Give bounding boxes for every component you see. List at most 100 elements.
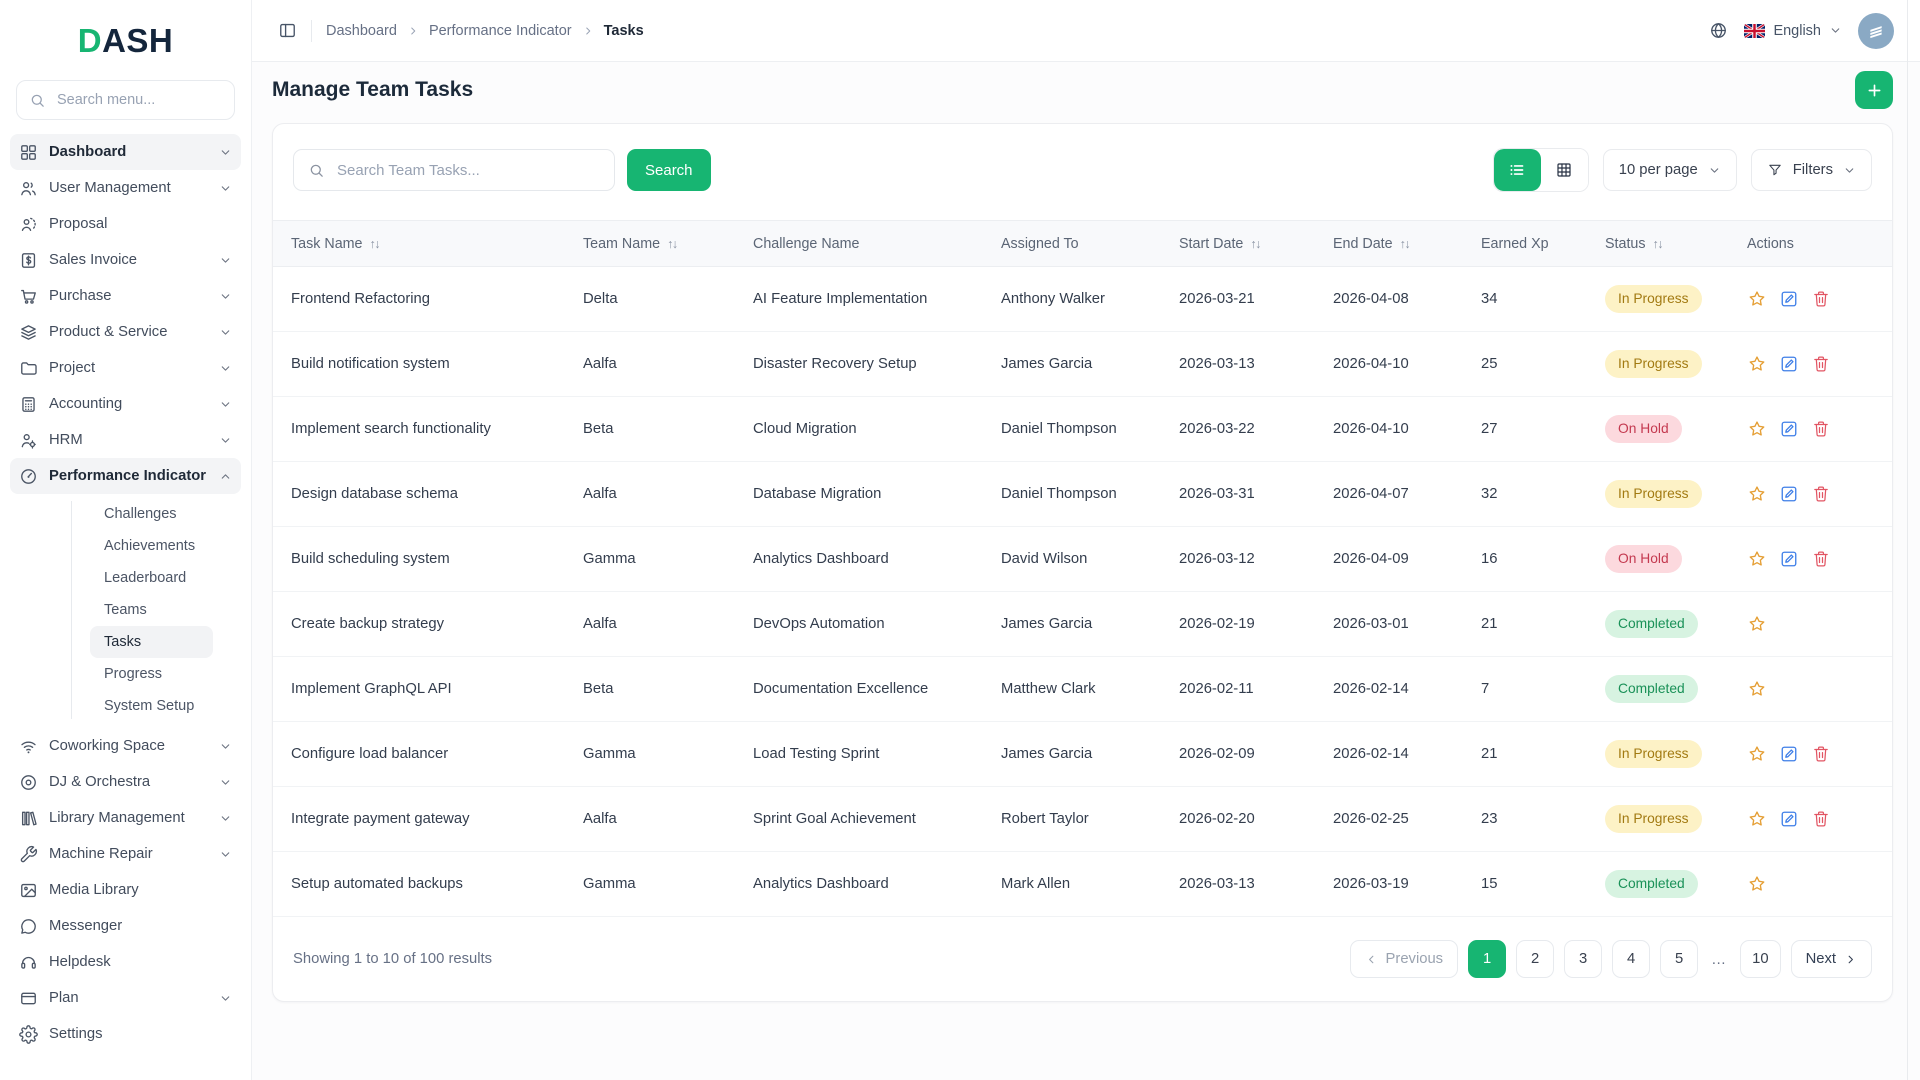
cell-start: 2026-02-20 (1169, 786, 1323, 852)
sidebar-subitem-challenges[interactable]: Challenges (90, 498, 213, 530)
avatar[interactable] (1858, 12, 1894, 49)
star-button[interactable] (1747, 874, 1767, 894)
column-label: Task Name (291, 235, 363, 252)
sidebar-item-library-management[interactable]: Library Management (10, 800, 241, 836)
column-header-start-date[interactable]: Start Date ↑↓ (1169, 220, 1323, 267)
edit-button[interactable] (1779, 744, 1799, 764)
breadcrumb-dashboard[interactable]: Dashboard (326, 23, 397, 39)
sidebar-item-dj-orchestra[interactable]: DJ & Orchestra (10, 764, 241, 800)
delete-button[interactable] (1811, 484, 1831, 504)
star-button[interactable] (1747, 549, 1767, 569)
add-task-button[interactable] (1855, 71, 1893, 109)
filters-button[interactable]: Filters (1750, 149, 1872, 191)
cell-assigned: Daniel Thompson (991, 461, 1169, 527)
sidebar-item-project[interactable]: Project (10, 350, 241, 386)
delete-button[interactable] (1811, 549, 1831, 569)
delete-button[interactable] (1811, 419, 1831, 439)
star-button[interactable] (1747, 419, 1767, 439)
gear-icon (19, 1024, 38, 1044)
cell-challenge: Documentation Excellence (743, 656, 991, 722)
search-button[interactable]: Search (627, 149, 711, 191)
table-row: Design database schema Aalfa Database Migr… (273, 461, 1892, 527)
scrollbar-track[interactable] (1907, 0, 1908, 1080)
sidebar-item-messenger[interactable]: Messenger (10, 908, 241, 944)
sidebar-toggle-icon[interactable] (278, 21, 297, 40)
star-button[interactable] (1747, 809, 1767, 829)
cell-assigned: Robert Taylor (991, 786, 1169, 852)
sidebar-item-dashboard[interactable]: Dashboard (10, 134, 241, 170)
sidebar-subitem-leaderboard[interactable]: Leaderboard (90, 562, 213, 594)
column-header-status[interactable]: Status ↑↓ (1595, 220, 1737, 267)
next-page-button[interactable]: Next (1790, 940, 1872, 978)
cell-end: 2026-02-14 (1323, 721, 1471, 787)
sidebar-subitem-system-setup[interactable]: System Setup (90, 690, 213, 722)
sidebar-item-plan[interactable]: Plan (10, 980, 241, 1016)
sidebar-subitem-achievements[interactable]: Achievements (90, 530, 213, 562)
sidebar-subitem-tasks[interactable]: Tasks (90, 626, 213, 658)
task-search-input[interactable] (335, 160, 600, 180)
sidebar-item-sales-invoice[interactable]: Sales Invoice (10, 242, 241, 278)
edit-button[interactable] (1779, 289, 1799, 309)
star-button[interactable] (1747, 289, 1767, 309)
star-button[interactable] (1747, 484, 1767, 504)
page-button-3[interactable]: 3 (1564, 940, 1603, 978)
cell-xp: 21 (1471, 721, 1595, 787)
wifi-icon (19, 737, 38, 756)
star-button[interactable] (1747, 679, 1767, 699)
star-button[interactable] (1747, 354, 1767, 374)
edit-button[interactable] (1779, 354, 1799, 374)
cell-challenge: Cloud Migration (743, 396, 991, 462)
table-toolbar: Search 10 per page Filters (273, 124, 1892, 220)
cell-actions (1737, 526, 1892, 592)
page-button-5[interactable]: 5 (1660, 940, 1699, 978)
sidebar-item-hrm[interactable]: HRM (10, 422, 241, 458)
page-button-2[interactable]: 2 (1516, 940, 1555, 978)
per-page-select[interactable]: 10 per page (1602, 149, 1737, 191)
breadcrumb: Dashboard Performance Indicator Tasks (326, 23, 644, 39)
sidebar-search-input[interactable] (55, 91, 222, 109)
status-badge: In Progress (1605, 285, 1702, 313)
delete-button[interactable] (1811, 744, 1831, 764)
list-view-button[interactable] (1493, 149, 1541, 191)
star-button[interactable] (1747, 614, 1767, 634)
chevron-up-icon (219, 470, 232, 483)
sidebar-item-coworking-space[interactable]: Coworking Space (10, 728, 241, 764)
edit-icon (1779, 744, 1799, 764)
edit-button[interactable] (1779, 549, 1799, 569)
sidebar-item-machine-repair[interactable]: Machine Repair (10, 836, 241, 872)
proposal-icon (19, 215, 38, 234)
sidebar-subitem-teams[interactable]: Teams (90, 594, 213, 626)
sidebar-item-accounting[interactable]: Accounting (10, 386, 241, 422)
edit-button[interactable] (1779, 809, 1799, 829)
page-button-4[interactable]: 4 (1612, 940, 1651, 978)
sidebar-item-user-management[interactable]: User Management (10, 170, 241, 206)
edit-button[interactable] (1779, 419, 1799, 439)
page-button-1[interactable]: 1 (1468, 940, 1507, 978)
sidebar-item-media-library[interactable]: Media Library (10, 872, 241, 908)
sidebar-item-settings[interactable]: Settings (10, 1016, 241, 1052)
cell-challenge: Load Testing Sprint (743, 721, 991, 787)
column-header-task-name[interactable]: Task Name ↑↓ (273, 220, 573, 267)
sidebar-item-proposal[interactable]: Proposal (10, 206, 241, 242)
page-button-10[interactable]: 10 (1740, 940, 1781, 978)
delete-button[interactable] (1811, 289, 1831, 309)
delete-button[interactable] (1811, 809, 1831, 829)
grid-view-button[interactable] (1540, 149, 1588, 191)
cell-assigned: James Garcia (991, 591, 1169, 657)
breadcrumb-performance-indicator[interactable]: Performance Indicator (429, 23, 572, 39)
sidebar-item-performance-indicator[interactable]: Performance Indicator (10, 458, 241, 494)
language-selector[interactable]: English (1744, 23, 1842, 39)
edit-button[interactable] (1779, 484, 1799, 504)
sidebar-item-product-service[interactable]: Product & Service (10, 314, 241, 350)
sidebar-subitem-progress[interactable]: Progress (90, 658, 213, 690)
previous-page-button[interactable]: Previous (1349, 940, 1459, 978)
folder-icon (19, 359, 38, 378)
delete-button[interactable] (1811, 354, 1831, 374)
star-button[interactable] (1747, 744, 1767, 764)
sidebar-item-helpdesk[interactable]: Helpdesk (10, 944, 241, 980)
column-header-end-date[interactable]: End Date ↑↓ (1323, 220, 1471, 267)
globe-icon[interactable] (1709, 21, 1728, 40)
layers-icon (19, 323, 38, 342)
sidebar-item-purchase[interactable]: Purchase (10, 278, 241, 314)
column-header-team-name[interactable]: Team Name ↑↓ (573, 220, 743, 267)
